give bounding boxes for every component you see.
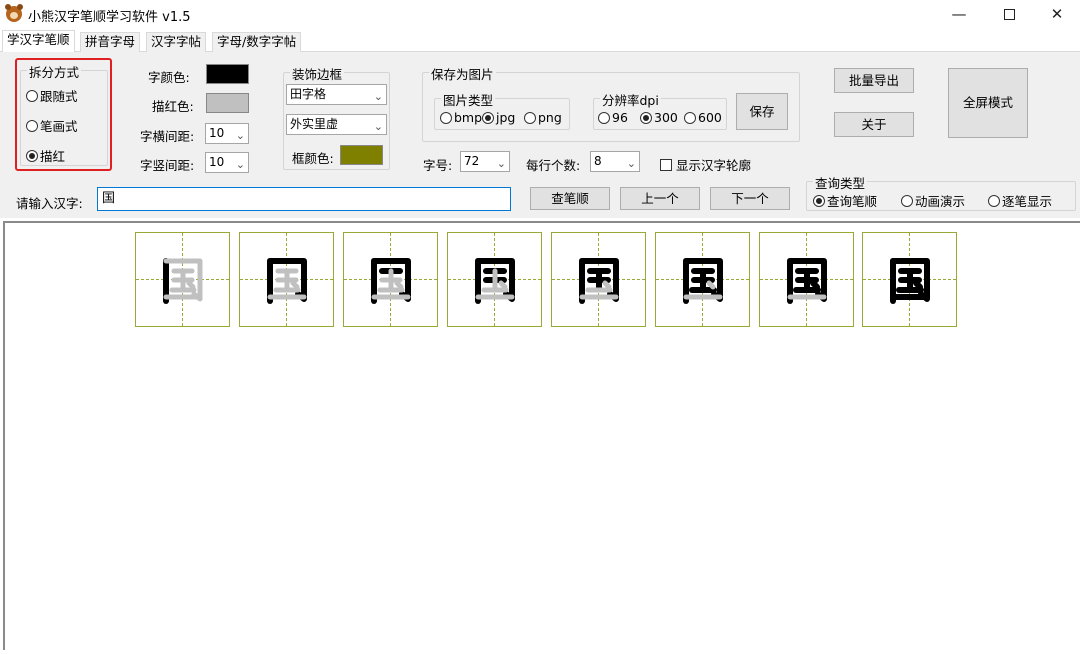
radio-query-stroke[interactable]: 查询笔顺 [813, 191, 877, 210]
image-type-legend: 图片类型 [441, 90, 496, 109]
hanzi-glyph [787, 258, 827, 304]
hanzi-glyph [579, 258, 619, 304]
query-type-legend: 查询类型 [813, 173, 868, 192]
minimize-button[interactable]: — [936, 0, 982, 30]
radio-dot-selected [482, 111, 494, 124]
radio-jpg[interactable]: jpg [482, 110, 515, 125]
tab-bar: 学汉字笔顺 拼音字母 汉字字帖 字母/数字字帖 [0, 30, 1080, 53]
stroke-trace [394, 280, 404, 290]
close-button[interactable]: ✕ [1034, 0, 1080, 30]
radio-dot [598, 111, 610, 124]
trace-color-label: 描红色: [152, 99, 194, 114]
tab-learn-stroke-order[interactable]: 学汉字笔顺 [2, 30, 75, 53]
font-size-label: 字号: [423, 158, 453, 173]
stroke-trace [706, 280, 716, 290]
maximize-icon [1003, 9, 1015, 20]
title-bar: 小熊汉字笔顺学习软件 v1.5 — ✕ [0, 0, 1080, 30]
radio-bmp[interactable]: bmp [440, 110, 482, 125]
chevron-down-icon: ⌄ [496, 157, 506, 170]
hanzi-glyph [371, 258, 411, 304]
tab-pinyin[interactable]: 拼音字母 [80, 32, 141, 52]
stroke-trace [602, 280, 612, 290]
hanzi-glyph [890, 258, 930, 304]
stroke-done [913, 280, 923, 290]
char-color-label: 字颜色: [148, 70, 190, 85]
stroke-step-cell [862, 232, 957, 327]
window-title: 小熊汉字笔顺学习软件 v1.5 [28, 10, 191, 25]
hanzi-glyph [267, 258, 307, 304]
trace-color-swatch[interactable] [206, 93, 249, 113]
radio-dot [440, 111, 452, 124]
frame-color-label: 框颜色: [292, 151, 334, 166]
stroke-step-cell [655, 232, 750, 327]
stroke-step-cell [135, 232, 230, 327]
font-size-select[interactable]: 72 ⌄ [460, 151, 510, 172]
per-row-label: 每行个数: [526, 158, 581, 173]
frame-legend: 装饰边框 [290, 64, 345, 83]
stroke-trace [498, 280, 508, 290]
highlight-frame [15, 58, 112, 171]
stroke-step-cell [551, 232, 646, 327]
line-style-select[interactable]: 外实里虚 ⌄ [286, 114, 387, 135]
stroke-step-cell [759, 232, 854, 327]
radio-png[interactable]: png [524, 110, 562, 125]
stroke-step-cell [239, 232, 334, 327]
chevron-down-icon: ⌄ [373, 90, 383, 103]
tab-hanzi-copybook[interactable]: 汉字字帖 [146, 32, 207, 52]
show-outline-checkbox[interactable]: 显示汉字轮廓 [660, 155, 751, 174]
h-spacing-select[interactable]: 10 ⌄ [205, 123, 249, 144]
radio-dot [524, 111, 536, 124]
stroke-trace [290, 280, 300, 290]
radio-dpi-600[interactable]: 600 [684, 110, 722, 125]
radio-dot-selected [640, 111, 652, 124]
radio-dpi-300[interactable]: 300 [640, 110, 678, 125]
radio-dot [684, 111, 696, 124]
lookup-stroke-button[interactable]: 查笔顺 [530, 187, 610, 210]
chevron-down-icon: ⌄ [626, 157, 636, 170]
hanzi-glyph [163, 258, 203, 304]
input-label: 请输入汉字: [16, 196, 83, 211]
v-spacing-select[interactable]: 10 ⌄ [205, 152, 249, 173]
radio-animation[interactable]: 动画演示 [901, 191, 965, 210]
stroke-step-cell [343, 232, 438, 327]
stroke-trace [186, 280, 196, 290]
chevron-down-icon: ⌄ [373, 120, 383, 133]
per-row-select[interactable]: 8 ⌄ [590, 151, 640, 172]
about-button[interactable]: 关于 [834, 112, 914, 137]
stroke-done [810, 280, 820, 290]
char-color-swatch[interactable] [206, 64, 249, 84]
hanzi-glyph [683, 258, 723, 304]
previous-button[interactable]: 上一个 [620, 187, 700, 210]
checkbox-box [660, 158, 672, 171]
grid-type-select[interactable]: 田字格 ⌄ [286, 84, 387, 105]
hanzi-input[interactable]: 国 [97, 187, 511, 211]
frame-color-swatch[interactable] [340, 145, 383, 165]
chevron-down-icon: ⌄ [235, 129, 245, 142]
maximize-button[interactable] [986, 0, 1032, 30]
batch-export-button[interactable]: 批量导出 [834, 68, 914, 93]
radio-dot [988, 194, 1000, 207]
next-button[interactable]: 下一个 [710, 187, 790, 210]
radio-dot-selected [813, 194, 825, 207]
save-image-legend: 保存为图片 [429, 64, 496, 83]
radio-dot [901, 194, 913, 207]
fullscreen-button[interactable]: 全屏模式 [948, 68, 1028, 138]
stroke-step-cell [447, 232, 542, 327]
radio-stroke-by-stroke[interactable]: 逐笔显示 [988, 191, 1052, 210]
dpi-legend: 分辨率dpi [600, 90, 661, 109]
save-button[interactable]: 保存 [736, 93, 788, 130]
tab-letter-number-copybook[interactable]: 字母/数字字帖 [212, 32, 302, 52]
chevron-down-icon: ⌄ [235, 158, 245, 171]
radio-dpi-96[interactable]: 96 [598, 110, 628, 125]
h-spacing-label: 字横间距: [140, 129, 195, 144]
bear-app-icon [5, 4, 23, 22]
v-spacing-label: 字竖间距: [140, 158, 195, 173]
hanzi-glyph [475, 258, 515, 304]
